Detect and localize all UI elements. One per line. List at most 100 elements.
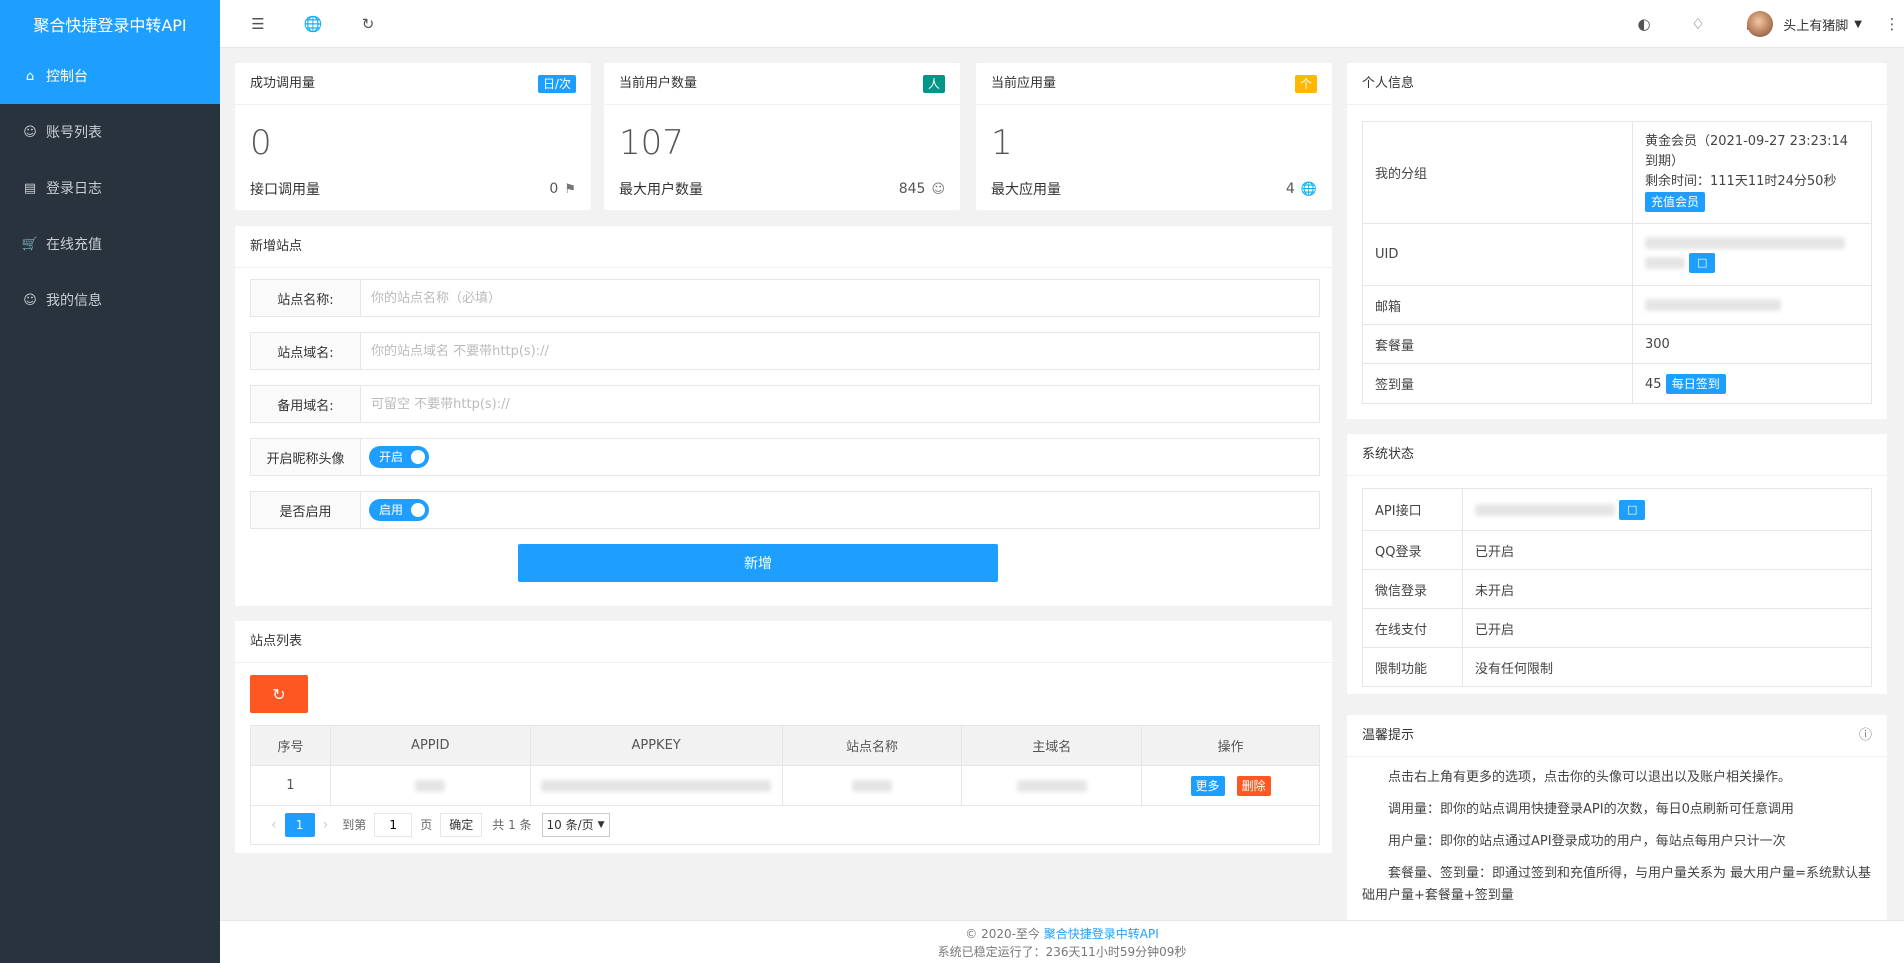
refresh-icon[interactable]: ↻	[358, 14, 378, 34]
row-value: □	[1462, 488, 1872, 531]
copy-api-button[interactable]: □	[1619, 499, 1646, 520]
total-count: 共 1 条	[492, 818, 532, 832]
stat-sub-value: 845	[898, 181, 926, 197]
daily-sign-button[interactable]: 每日签到	[1665, 373, 1726, 394]
tip-text: 用户量：即你的站点通过API登录成功的用户，每站点每用户只计一次	[1388, 834, 1786, 849]
nickname-avatar-switch[interactable]: 开启	[369, 446, 430, 468]
enable-switch[interactable]: 启用	[369, 499, 430, 521]
page-number[interactable]: 1	[284, 812, 315, 837]
footer-link[interactable]: 聚合快捷登录中转API	[1044, 927, 1159, 941]
table-row: 套餐量 300	[1362, 324, 1872, 364]
row-value: 已开启	[1462, 608, 1872, 648]
user-name: 头上有猪脚	[1783, 18, 1849, 34]
redacted-blur	[1645, 236, 1845, 249]
tip-text: 调用量：即你的站点调用快捷登录API的次数，每日0点刷新可任意调用	[1388, 802, 1794, 817]
sidebar-item-label: 我的信息	[46, 293, 102, 309]
copy-uid-button[interactable]: □	[1689, 252, 1716, 273]
profile-card: 个人信息 我的分组 黄金会员（2021-09-27 23:23:14 到期） 剩…	[1347, 63, 1887, 419]
more-button[interactable]: 更多	[1190, 775, 1225, 796]
menu-collapse-icon[interactable]: ☰	[248, 14, 268, 34]
copy-icon: □	[1696, 256, 1708, 269]
backup-domain-input[interactable]	[361, 386, 1319, 422]
row-value: □	[1632, 223, 1872, 286]
stat-value: 1	[991, 123, 1013, 163]
table-row: UID □	[1362, 223, 1872, 286]
globe-icon[interactable]: 🌐	[303, 14, 323, 34]
site-domain-input[interactable]	[361, 333, 1319, 369]
user-menu[interactable]: 头上有猪脚 ▼	[1747, 11, 1862, 37]
theme-icon[interactable]: ◐	[1634, 14, 1654, 34]
refresh-list-button[interactable]: ↻	[250, 675, 308, 713]
column-header: APPID	[329, 725, 531, 766]
site-list-card: 站点列表 ↻ 序号 APPID APPKEY 站点名称 主域名 操作 1 更多	[235, 621, 1332, 853]
unit-badge: 日/次	[537, 75, 576, 93]
page-size-select[interactable]: 10 条/页 ▼	[541, 812, 610, 837]
column-header: 操作	[1141, 725, 1320, 766]
table-row: 1 更多 删除	[250, 765, 1320, 806]
stat-sub-label: 最大应用量	[991, 182, 1061, 198]
info-icon[interactable]: ⓘ	[1859, 715, 1872, 757]
sidebar-item-recharge[interactable]: 🛒 在线充值	[0, 216, 220, 272]
tag-icon[interactable]: ♢	[1688, 14, 1708, 34]
actions-cell: 更多 删除	[1141, 765, 1320, 806]
site-name-input[interactable]	[361, 280, 1319, 316]
row-value	[1632, 285, 1872, 325]
row-key: 签到量	[1362, 363, 1633, 404]
recharge-member-button[interactable]: 充值会员	[1645, 192, 1706, 212]
stat-card-apps: 当前应用量 个 1 最大应用量 4 🌐	[976, 63, 1332, 210]
domain-cell	[961, 765, 1143, 806]
site-name-cell	[781, 765, 963, 806]
sidebar-item-login-log[interactable]: ▤ 登录日志	[0, 160, 220, 216]
redacted-blur	[415, 779, 446, 792]
goto-label: 到第	[342, 818, 367, 832]
prev-page-icon[interactable]: ‹	[271, 817, 277, 833]
column-header: 站点名称	[781, 725, 963, 766]
field-label: 站点名称:	[251, 280, 361, 316]
cart-icon: 🛒	[21, 236, 39, 252]
system-status-card: 系统状态 API接口 □ QQ登录 已开启 微信登录 未开启 在线支付 已开启 …	[1347, 434, 1887, 694]
sidebar-item-label: 登录日志	[46, 181, 102, 197]
confirm-page-button[interactable]: 确定	[440, 812, 483, 837]
uptime-text: 系统已稳定运行了：236天11小时59分钟09秒	[937, 945, 1187, 959]
row-index: 1	[250, 765, 331, 806]
refresh-icon: ↻	[272, 684, 286, 704]
row-value: 黄金会员（2021-09-27 23:23:14 到期） 剩余时间：111天11…	[1632, 121, 1872, 224]
table-row: API接口 □	[1362, 488, 1872, 531]
row-key: 微信登录	[1362, 569, 1463, 609]
table-row: 限制功能 没有任何限制	[1362, 647, 1872, 687]
pagination: ‹ 1 › 到第 页 确定 共 1 条 10 条/页 ▼	[250, 805, 1320, 845]
table-row: 在线支付 已开启	[1362, 608, 1872, 648]
delete-button[interactable]: 删除	[1236, 775, 1271, 796]
stat-sub-value: 0	[549, 181, 559, 197]
stat-sub-label: 接口调用量	[250, 182, 320, 198]
row-key: 我的分组	[1362, 121, 1633, 224]
card-title: 当前应用量	[991, 76, 1057, 91]
sidebar-item-my-info[interactable]: ☺ 我的信息	[0, 272, 220, 328]
appkey-cell	[529, 765, 783, 806]
more-icon[interactable]: ⋮	[1882, 14, 1902, 34]
sidebar-item-label: 控制台	[46, 69, 88, 85]
row-key: 邮箱	[1362, 285, 1633, 325]
app-logo[interactable]: 聚合快捷登录中转API	[0, 0, 220, 48]
row-key: 在线支付	[1362, 608, 1463, 648]
stat-value: 0	[250, 123, 272, 163]
redacted-blur	[541, 779, 772, 792]
stat-card-calls: 成功调用量 日/次 0 接口调用量 0 ⚑	[235, 63, 591, 210]
tip-text: 点击右上角有更多的选项，点击你的头像可以退出以及账户相关操作。	[1388, 770, 1792, 785]
next-page-icon[interactable]: ›	[323, 817, 329, 833]
site-table: 序号 APPID APPKEY 站点名称 主域名 操作 1 更多 删除	[250, 725, 1320, 806]
page-jump-input[interactable]	[374, 812, 413, 837]
avatar[interactable]	[1747, 11, 1774, 37]
tip-text: 套餐量、签到量：即通过签到和充值所得，与用户量关系为 最大用户量=系统默认基础用…	[1362, 866, 1872, 903]
sidebar-item-dashboard[interactable]: ⌂ 控制台	[0, 48, 220, 104]
add-site-button[interactable]: 新增	[518, 544, 998, 582]
sidebar-item-accounts[interactable]: ☺ 账号列表	[0, 104, 220, 160]
table-row: 我的分组 黄金会员（2021-09-27 23:23:14 到期） 剩余时间：1…	[1362, 121, 1872, 224]
row-key: UID	[1362, 223, 1633, 286]
site-domain-row: 站点域名:	[250, 332, 1320, 370]
card-title: 当前用户数量	[619, 76, 698, 91]
site-name-row: 站点名称:	[250, 279, 1320, 317]
column-header: 序号	[250, 725, 331, 766]
row-key: QQ登录	[1362, 530, 1463, 570]
copyright-text: © 2020-至今	[965, 927, 1044, 941]
